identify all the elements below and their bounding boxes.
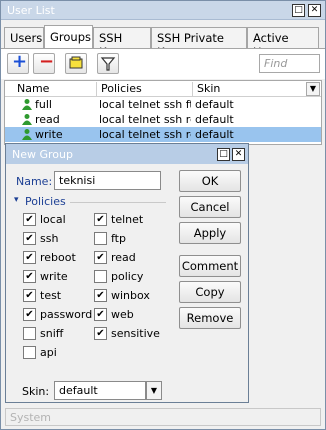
group-table: Name Policies Skin ▼ full local telnet s… <box>4 80 322 145</box>
filter-icon <box>100 57 116 71</box>
skin-select[interactable]: default <box>54 381 146 400</box>
minus-icon: − <box>39 51 55 72</box>
plus-icon: + <box>12 51 28 72</box>
new-group-dialog: New Group □ ✕ Name: teknisi ▾ Policies ✔… <box>5 143 249 403</box>
policy-checkbox-read[interactable]: ✔ <box>94 251 107 264</box>
policy-label-api: api <box>40 346 57 359</box>
policy-label-test: test <box>40 289 62 302</box>
dialog-restore-button[interactable]: □ <box>217 148 230 161</box>
find-input[interactable]: Find <box>259 54 320 73</box>
skin-dropdown-button[interactable]: ▼ <box>146 381 162 400</box>
row-name: read <box>35 113 60 126</box>
close-button[interactable]: ✕ <box>308 4 321 17</box>
policy-label-ftp: ftp <box>111 232 126 245</box>
policy-label-local: local <box>40 213 66 226</box>
row-policies: local telnet ssh re... <box>99 113 191 126</box>
window-title: User List <box>7 4 55 17</box>
policy-checkbox-policy[interactable] <box>94 270 107 283</box>
column-policies[interactable]: Policies <box>96 82 192 96</box>
tab-active-users[interactable]: Active Users <box>247 27 319 59</box>
ok-button[interactable]: OK <box>179 170 241 192</box>
restore-button[interactable]: □ <box>292 4 305 17</box>
row-name: full <box>35 98 52 111</box>
user-icon <box>22 99 32 110</box>
table-header: Name Policies Skin ▼ <box>5 81 321 97</box>
row-policies: local telnet ssh ft... <box>99 98 191 111</box>
policy-label-read: read <box>111 251 136 264</box>
policy-checkbox-write[interactable]: ✔ <box>23 270 36 283</box>
row-skin: default <box>195 128 234 141</box>
user-icon <box>22 114 32 125</box>
cancel-button[interactable]: Cancel <box>179 196 241 218</box>
policy-label-winbox: winbox <box>111 289 150 302</box>
remove-button[interactable]: Remove <box>179 307 241 329</box>
policy-label-ssh: ssh <box>40 232 59 245</box>
policy-checkbox-local[interactable]: ✔ <box>23 213 36 226</box>
note-icon <box>69 56 83 69</box>
tab-ssh-private-keys[interactable]: SSH Private Keys <box>151 27 247 59</box>
tab-users[interactable]: Users <box>4 27 44 48</box>
policy-checkbox-password[interactable]: ✔ <box>23 308 36 321</box>
copy-button[interactable]: Copy <box>179 281 241 303</box>
policy-checkbox-ftp[interactable] <box>94 232 107 245</box>
toolbar: + − Find <box>1 49 325 79</box>
dialog-title: New Group <box>12 148 73 161</box>
comment-button[interactable]: Comment <box>179 255 241 277</box>
apply-button[interactable]: Apply <box>179 222 241 244</box>
filter-button[interactable] <box>97 53 119 74</box>
policy-checkbox-winbox[interactable]: ✔ <box>94 289 107 302</box>
policy-label-telnet: telnet <box>111 213 144 226</box>
title-bar[interactable]: User List □ ✕ <box>1 1 325 20</box>
name-label: Name: <box>16 175 53 188</box>
policy-checkbox-telnet[interactable]: ✔ <box>94 213 107 226</box>
policy-checkbox-sniff[interactable] <box>23 327 36 340</box>
comment-button[interactable] <box>65 53 87 74</box>
row-name: write <box>35 128 63 141</box>
policy-label-password: password <box>40 308 93 321</box>
policy-label-web: web <box>111 308 134 321</box>
policy-checkbox-api[interactable] <box>23 346 36 359</box>
tab-groups[interactable]: Groups <box>44 25 93 48</box>
table-row[interactable]: read local telnet ssh re... default <box>5 112 321 127</box>
tab-ssh-keys[interactable]: SSH Keys <box>93 27 151 59</box>
policies-label: Policies <box>25 195 66 208</box>
column-skin[interactable]: Skin <box>192 82 312 96</box>
skin-label: Skin: <box>22 385 50 398</box>
policy-label-sensitive: sensitive <box>111 327 160 340</box>
policy-checkbox-test[interactable]: ✔ <box>23 289 36 302</box>
dialog-title-bar[interactable]: New Group □ ✕ <box>6 144 248 164</box>
remove-button[interactable]: − <box>33 51 55 74</box>
tab-bar: Users Groups SSH Keys SSH Private Keys A… <box>4 25 324 59</box>
column-name[interactable]: Name <box>13 82 98 96</box>
policy-label-sniff: sniff <box>40 327 64 340</box>
column-menu-button[interactable]: ▼ <box>306 82 320 96</box>
policies-divider <box>70 202 166 203</box>
table-row-selected[interactable]: write local telnet ssh re... default <box>5 127 321 142</box>
policy-label-policy: policy <box>111 270 144 283</box>
table-row[interactable]: full local telnet ssh ft... default <box>5 97 321 112</box>
policy-label-write: write <box>40 270 68 283</box>
add-button[interactable]: + <box>7 51 29 74</box>
status-bar: System <box>5 408 321 426</box>
policy-checkbox-reboot[interactable]: ✔ <box>23 251 36 264</box>
dialog-close-button[interactable]: ✕ <box>232 148 245 161</box>
policy-label-reboot: reboot <box>40 251 76 264</box>
policy-checkbox-sensitive[interactable]: ✔ <box>94 327 107 340</box>
policies-collapse-icon[interactable]: ▾ <box>14 195 19 205</box>
row-policies: local telnet ssh re... <box>99 128 191 141</box>
row-skin: default <box>195 98 234 111</box>
policy-checkbox-web[interactable]: ✔ <box>94 308 107 321</box>
row-skin: default <box>195 113 234 126</box>
name-field[interactable]: teknisi <box>54 171 161 190</box>
user-icon <box>22 129 32 140</box>
policy-checkbox-ssh[interactable]: ✔ <box>23 232 36 245</box>
